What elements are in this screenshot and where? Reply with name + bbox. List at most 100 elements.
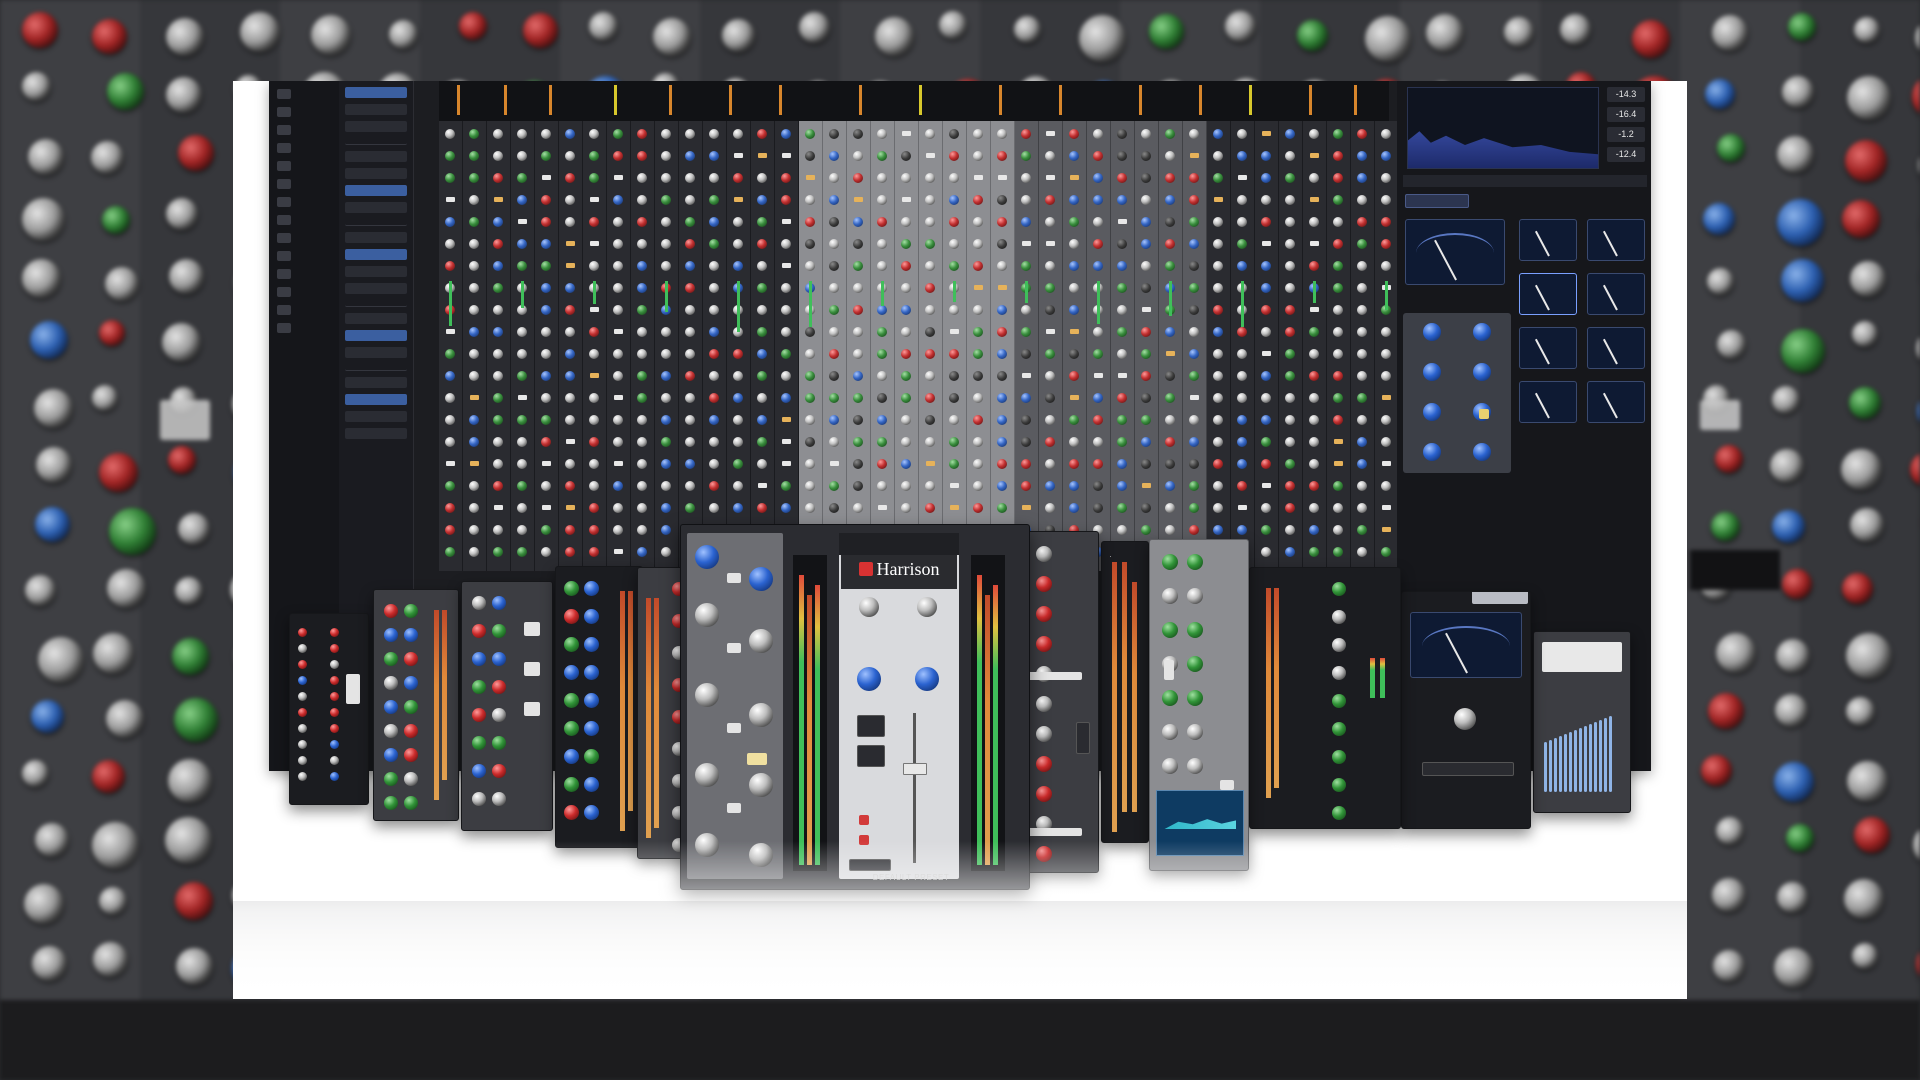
- knob-icon[interactable]: [541, 415, 551, 425]
- toolbar-icon[interactable]: [277, 107, 291, 117]
- knob-icon[interactable]: [685, 371, 695, 381]
- knob-icon[interactable]: [997, 503, 1007, 513]
- toolbar-icon[interactable]: [277, 143, 291, 153]
- fader-icon[interactable]: [903, 763, 927, 775]
- knob-icon[interactable]: [1285, 129, 1295, 139]
- knob-icon[interactable]: [564, 749, 579, 764]
- knob-icon[interactable]: [1069, 151, 1079, 161]
- knob-icon[interactable]: [1045, 459, 1055, 469]
- knob-icon[interactable]: [685, 393, 695, 403]
- knob-icon[interactable]: [1309, 547, 1319, 557]
- knob-icon[interactable]: [877, 349, 887, 359]
- knob-icon[interactable]: [695, 763, 719, 787]
- knob-icon[interactable]: [1069, 349, 1079, 359]
- knob-icon[interactable]: [1189, 217, 1199, 227]
- channel-switch[interactable]: [806, 175, 815, 180]
- knob-icon[interactable]: [1261, 393, 1271, 403]
- knob-icon[interactable]: [829, 239, 839, 249]
- knob-icon[interactable]: [637, 261, 647, 271]
- knob-icon[interactable]: [1141, 261, 1151, 271]
- knob-icon[interactable]: [1213, 349, 1223, 359]
- knob-icon[interactable]: [757, 437, 767, 447]
- channel-switch[interactable]: [566, 505, 575, 510]
- knob-icon[interactable]: [493, 393, 503, 403]
- plugin-button[interactable]: [849, 859, 891, 871]
- knob-icon[interactable]: [1162, 724, 1178, 740]
- knob-icon[interactable]: [925, 349, 935, 359]
- knob-icon[interactable]: [541, 547, 551, 557]
- toolbar-icon[interactable]: [277, 251, 291, 261]
- knob-icon[interactable]: [733, 371, 743, 381]
- knob-icon[interactable]: [853, 481, 863, 491]
- knob-icon[interactable]: [445, 525, 455, 535]
- channel-switch[interactable]: [1166, 351, 1175, 356]
- knob-icon[interactable]: [1332, 666, 1346, 680]
- channel-switch[interactable]: [494, 505, 503, 510]
- knob-icon[interactable]: [445, 173, 455, 183]
- knob-icon[interactable]: [1162, 690, 1178, 706]
- knob-icon[interactable]: [1237, 129, 1247, 139]
- knob-icon[interactable]: [997, 437, 1007, 447]
- knob-icon[interactable]: [877, 239, 887, 249]
- knob-icon[interactable]: [749, 567, 773, 591]
- knob-icon[interactable]: [1045, 415, 1055, 425]
- knob-icon[interactable]: [901, 327, 911, 337]
- knob-icon[interactable]: [298, 692, 307, 701]
- knob-icon[interactable]: [1285, 217, 1295, 227]
- knob-icon[interactable]: [1357, 173, 1367, 183]
- knob-icon[interactable]: [805, 503, 815, 513]
- knob-icon[interactable]: [637, 239, 647, 249]
- knob-icon[interactable]: [709, 349, 719, 359]
- knob-icon[interactable]: [1454, 708, 1476, 730]
- knob-icon[interactable]: [853, 129, 863, 139]
- channel-switch[interactable]: [1190, 153, 1199, 158]
- knob-icon[interactable]: [1213, 327, 1223, 337]
- knob-icon[interactable]: [1093, 393, 1103, 403]
- knob-icon[interactable]: [1045, 437, 1055, 447]
- knob-icon[interactable]: [1093, 415, 1103, 425]
- knob-icon[interactable]: [1187, 758, 1203, 774]
- knob-icon[interactable]: [541, 371, 551, 381]
- knob-icon[interactable]: [997, 217, 1007, 227]
- knob-icon[interactable]: [330, 724, 339, 733]
- knob-icon[interactable]: [1021, 173, 1031, 183]
- knob-icon[interactable]: [1285, 173, 1295, 183]
- knob-icon[interactable]: [661, 261, 671, 271]
- channel-switch[interactable]: [590, 241, 599, 246]
- knob-icon[interactable]: [709, 503, 719, 513]
- knob-icon[interactable]: [1165, 503, 1175, 513]
- channel-switch[interactable]: [974, 175, 983, 180]
- knob-icon[interactable]: [877, 173, 887, 183]
- knob-icon[interactable]: [709, 283, 719, 293]
- knob-icon[interactable]: [733, 261, 743, 271]
- plugin-button[interactable]: [1422, 762, 1514, 776]
- knob-icon[interactable]: [661, 437, 671, 447]
- channel-switch[interactable]: [1070, 395, 1079, 400]
- knob-icon[interactable]: [829, 195, 839, 205]
- knob-icon[interactable]: [330, 740, 339, 749]
- knob-icon[interactable]: [298, 724, 307, 733]
- channel-switch[interactable]: [470, 395, 479, 400]
- knob-icon[interactable]: [1036, 606, 1052, 622]
- knob-icon[interactable]: [781, 305, 791, 315]
- knob-icon[interactable]: [637, 217, 647, 227]
- plugin-button[interactable]: [524, 662, 540, 676]
- knob-icon[interactable]: [1261, 415, 1271, 425]
- knob-icon[interactable]: [584, 805, 599, 820]
- channel-switch[interactable]: [542, 175, 551, 180]
- knob-icon[interactable]: [1213, 261, 1223, 271]
- knob-icon[interactable]: [637, 393, 647, 403]
- knob-icon[interactable]: [565, 481, 575, 491]
- channel-switch[interactable]: [1262, 351, 1271, 356]
- knob-icon[interactable]: [997, 129, 1007, 139]
- knob-icon[interactable]: [589, 173, 599, 183]
- knob-icon[interactable]: [709, 173, 719, 183]
- knob-icon[interactable]: [1333, 283, 1343, 293]
- knob-icon[interactable]: [805, 151, 815, 161]
- knob-icon[interactable]: [1332, 806, 1346, 820]
- knob-icon[interactable]: [1162, 588, 1178, 604]
- knob-icon[interactable]: [1036, 696, 1052, 712]
- knob-icon[interactable]: [493, 261, 503, 271]
- track-list-item[interactable]: [345, 219, 407, 226]
- knob-icon[interactable]: [564, 609, 579, 624]
